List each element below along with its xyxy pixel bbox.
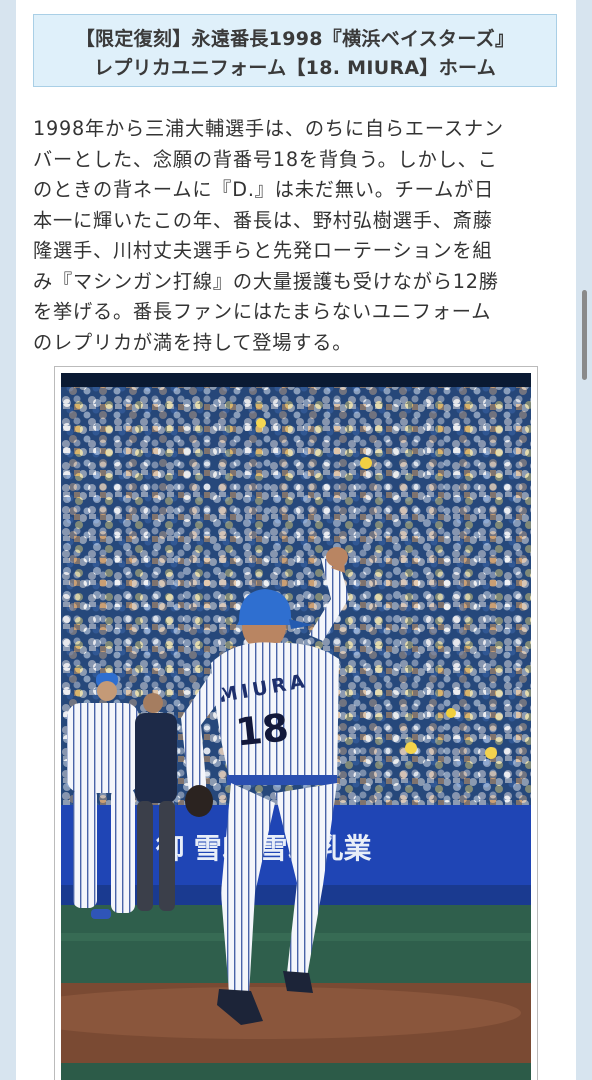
article-body-line: を挙げる。番長ファンにはたまらないユニフォーム (33, 300, 492, 323)
article-body-line: のレプリカが満を持して登場する。 (33, 330, 353, 354)
photo-frame: 御 雪印 雪印乳業 (54, 366, 538, 1080)
glove-icon (185, 785, 213, 817)
article-body-line: み『マシンガン打線』の大量援護も受けながら12勝 (33, 269, 499, 293)
article-title-line-2: レプリカユニフォーム【18. MIURA】ホーム (93, 57, 497, 79)
article-body-line: 本一に輝いたこの年、番長は、野村弘樹選手、斎藤 (33, 208, 493, 232)
pitcher-photo-illustration: 御 雪印 雪印乳業 (61, 373, 531, 1080)
article-body-line: のときの背ネームに『D.』は未だ無い。チームが日 (33, 178, 495, 201)
article-title-box: 【限定復刻】永遠番長1998『横浜ベイスターズ』 レプリカユニフォーム【18. … (33, 14, 557, 87)
article-body-line: 1998年から三浦大輔選手は、のちに自らエースナン (33, 117, 504, 140)
article-body: 1998年から三浦大輔選手は、のちに自らエースナン バーとした、念願の背番号18… (33, 114, 563, 358)
scrollbar[interactable] (582, 290, 587, 380)
jersey-number: 18 (234, 705, 291, 754)
pitcher-photo: 御 雪印 雪印乳業 (61, 373, 531, 1080)
article-body-line: 隆選手、川村丈夫選手らと先発ローテーションを組 (33, 239, 493, 262)
article-title-line-1: 【限定復刻】永遠番長1998『横浜ベイスターズ』 (75, 28, 515, 50)
article-body-line: バーとした、念願の背番号18を背負う。しかし、こ (33, 147, 498, 171)
page-content: 【限定復刻】永遠番長1998『横浜ベイスターズ』 レプリカユニフォーム【18. … (16, 0, 576, 1080)
